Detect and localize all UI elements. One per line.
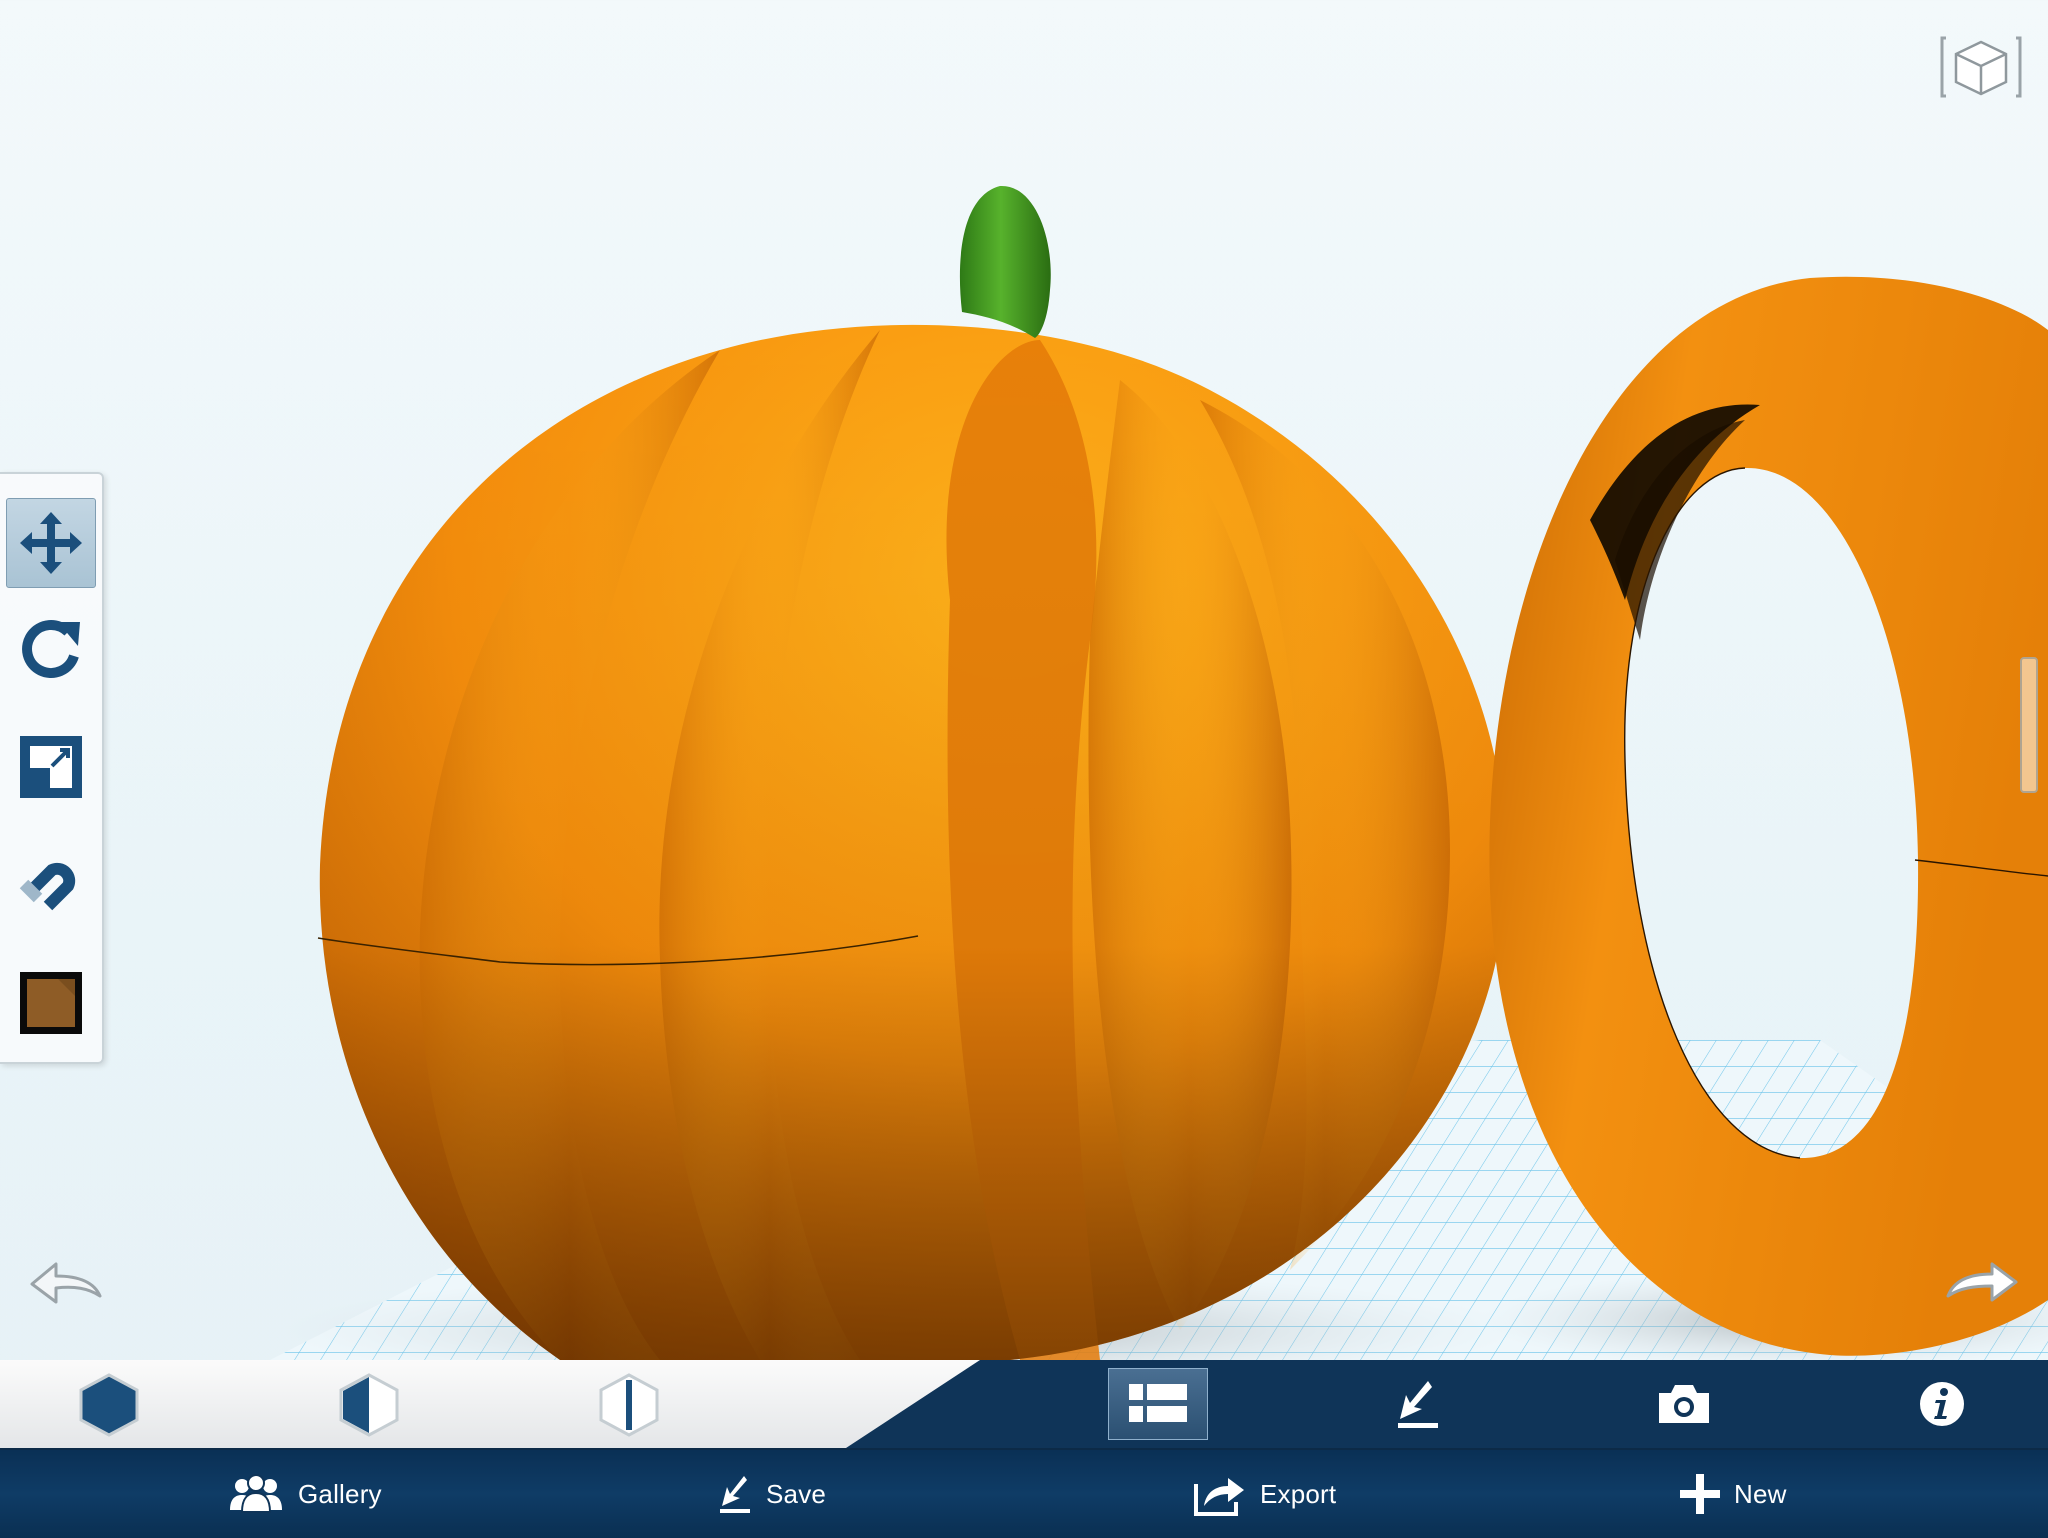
- rotate-tool-button[interactable]: [6, 604, 96, 694]
- info-button[interactable]: [1892, 1368, 1992, 1440]
- info-icon: [1920, 1382, 1964, 1426]
- move-tool-button[interactable]: [6, 498, 96, 588]
- gallery-people-icon: [230, 1474, 282, 1513]
- scene-render[interactable]: [0, 0, 2048, 1360]
- pumpkin-stem[interactable]: [959, 185, 1051, 338]
- redo-button[interactable]: [1942, 1256, 2022, 1312]
- half-mode-button[interactable]: [336, 1372, 402, 1438]
- view-cube-icon: [1940, 36, 2022, 98]
- gallery-button[interactable]: Gallery: [228, 1450, 382, 1538]
- magnet-icon: [19, 862, 76, 912]
- material-tool-button[interactable]: [6, 958, 96, 1048]
- list-view-button[interactable]: [1108, 1368, 1208, 1440]
- snapshot-button[interactable]: [1634, 1368, 1734, 1440]
- outline-mode-button[interactable]: [596, 1372, 662, 1438]
- new-button[interactable]: New: [1680, 1450, 1787, 1538]
- export-button[interactable]: Export: [1192, 1450, 1336, 1538]
- plus-icon: [1680, 1474, 1720, 1514]
- viewport-canvas[interactable]: [0, 0, 2048, 1360]
- new-label: New: [1734, 1478, 1787, 1509]
- move-arrows-icon: [20, 512, 82, 574]
- gallery-label: Gallery: [298, 1478, 382, 1509]
- scale-icon: [20, 736, 82, 798]
- save-label: Save: [766, 1478, 827, 1509]
- display-mode-panel: [0, 1360, 980, 1448]
- import-button[interactable]: [1368, 1368, 1468, 1440]
- save-download-icon: [720, 1476, 750, 1513]
- list-icon: [1129, 1384, 1187, 1422]
- half-shaded-hexagon-icon: [339, 1373, 399, 1437]
- view-cube-button[interactable]: [1940, 32, 2022, 102]
- export-share-icon: [1194, 1478, 1244, 1516]
- outline-hexagon-icon: [599, 1373, 659, 1437]
- pumpkin-model[interactable]: [317, 324, 1507, 1360]
- side-scroll-handle[interactable]: [2020, 657, 2038, 793]
- tool-palette: [0, 472, 104, 1064]
- camera-icon: [1659, 1385, 1709, 1423]
- solid-hexagon-icon: [79, 1373, 139, 1437]
- scale-tool-button[interactable]: [6, 722, 96, 812]
- rotate-icon: [22, 620, 80, 678]
- mode-toolbar: [0, 1360, 2048, 1448]
- redo-arrow-icon: [1946, 1262, 2018, 1302]
- solid-mode-button[interactable]: [76, 1372, 142, 1438]
- snap-tool-button[interactable]: [6, 838, 96, 928]
- save-button[interactable]: Save: [718, 1450, 826, 1538]
- material-swatch-icon: [20, 972, 82, 1034]
- undo-button[interactable]: [26, 1254, 106, 1310]
- main-toolbar: Gallery Save Export New: [0, 1448, 2048, 1538]
- download-icon: [1398, 1381, 1438, 1428]
- undo-arrow-icon: [30, 1262, 102, 1304]
- export-label: Export: [1260, 1478, 1337, 1509]
